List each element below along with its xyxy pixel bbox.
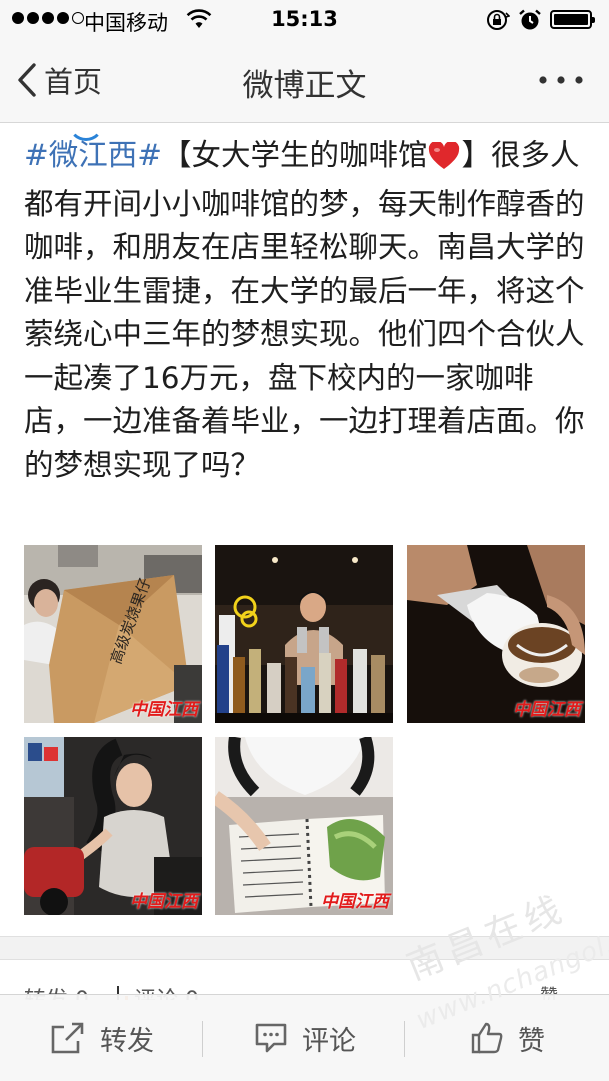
photo-notebook[interactable]: 中国江西 bbox=[215, 737, 393, 915]
photo-watermark: 中国江西 bbox=[513, 700, 581, 720]
heart-icon bbox=[428, 139, 460, 183]
more-button[interactable] bbox=[536, 68, 586, 92]
hashtag-link[interactable]: #微江西# bbox=[24, 138, 162, 172]
comment-icon bbox=[255, 1023, 287, 1053]
photo-watermark: 中国江西 bbox=[130, 892, 198, 912]
comment-button[interactable]: 评论 bbox=[254, 995, 356, 1081]
page-title: 微博正文 bbox=[242, 68, 367, 104]
orientation-lock-icon bbox=[486, 9, 511, 36]
repost-button[interactable]: 转发 bbox=[50, 995, 154, 1081]
photo-pouring-milk[interactable]: 中国江西 bbox=[407, 545, 585, 723]
battery-icon bbox=[550, 10, 595, 29]
repost-label: 转发 bbox=[100, 1025, 154, 1057]
comment-label: 评论 bbox=[302, 1025, 356, 1057]
more-dots-icon bbox=[539, 76, 583, 84]
photo-bar-counter[interactable] bbox=[215, 545, 393, 723]
photo-watermark: 中国江西 bbox=[321, 892, 389, 912]
post-text: 】很多人都有开间小小咖啡馆的梦，每天制作醇香的咖啡，和朋友在店里轻松聊天。南昌大… bbox=[24, 138, 585, 482]
photo-watermark: 中国江西 bbox=[130, 700, 198, 720]
like-label: 赞 bbox=[518, 1025, 545, 1057]
post-headline: 【女大学生的咖啡馆 bbox=[161, 138, 428, 172]
thumbs-up-icon bbox=[471, 1022, 503, 1054]
bottom-toolbar: 转发 评论 赞 bbox=[0, 994, 609, 1081]
share-icon bbox=[51, 1022, 84, 1054]
post-body: #微江西#【女大学生的咖啡馆 】很多人都有开间小小咖啡馆的梦，每天制作醇香的咖啡，… bbox=[24, 134, 588, 487]
photo-scooter[interactable]: 中国江西 bbox=[24, 737, 202, 915]
alarm-icon bbox=[518, 9, 542, 36]
status-bar: 中国移动 15:13 bbox=[0, 0, 609, 40]
photo-cardboard-box[interactable]: 高级炭烧果仔 中国江西 bbox=[24, 545, 202, 723]
